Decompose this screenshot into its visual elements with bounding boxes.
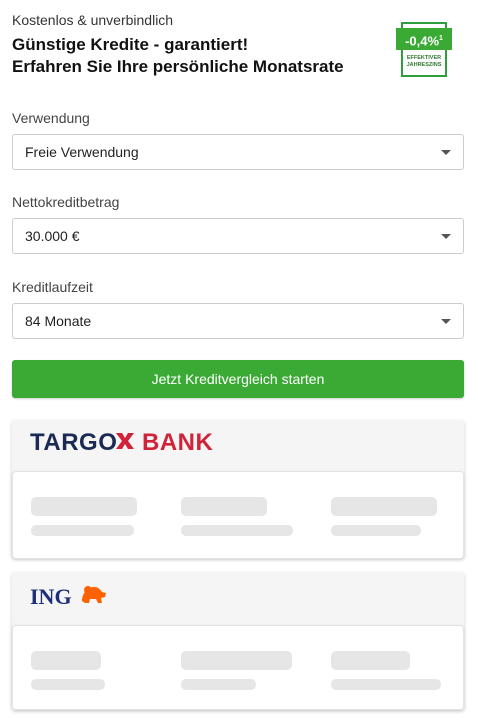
skeleton-line	[181, 679, 256, 690]
term-label: Kreditlaufzeit	[12, 279, 93, 295]
badge-caption-line-2: JAHRESZINS	[406, 62, 442, 68]
amount-label: Nettokreditbetrag	[12, 194, 120, 210]
badge-rate: -0,4%1	[396, 28, 452, 50]
start-comparison-button[interactable]: Jetzt Kreditvergleich starten	[12, 360, 464, 398]
term-select-value: 84 Monate	[25, 313, 92, 329]
interest-rate-badge: -0,4%1 EFFEKTIVER JAHRESZINS	[396, 22, 452, 78]
usage-select-value: Freie Verwendung	[25, 144, 139, 160]
skeleton-block	[181, 651, 292, 670]
amount-select-value: 30.000 €	[25, 228, 80, 244]
amount-select[interactable]: 30.000 €	[12, 218, 464, 254]
skeleton-block	[331, 651, 410, 670]
usage-label: Verwendung	[12, 110, 90, 126]
skeleton-line	[331, 525, 421, 536]
badge-caption: EFFEKTIVER JAHRESZINS	[403, 55, 445, 69]
offer-card-targobank[interactable]: TARGO BANK	[12, 421, 464, 559]
title-line-1: Günstige Kredite - garantiert!	[12, 35, 249, 54]
title-line-2: Erfahren Sie Ihre persönliche Monatsrate	[12, 57, 344, 76]
skeleton-block	[31, 651, 101, 670]
skeleton-block	[181, 497, 267, 516]
offer-card-ing[interactable]: ING	[12, 573, 464, 710]
pretitle: Kostenlos & unverbindlich	[12, 12, 174, 28]
offer-details-placeholder	[12, 471, 464, 559]
loan-calculator-page: Kostenlos & unverbindlich Günstige Kredi…	[0, 0, 478, 722]
badge-caption-line-1: EFFEKTIVER	[406, 55, 442, 61]
term-select[interactable]: 84 Monate	[12, 303, 464, 339]
skeleton-block	[31, 497, 137, 516]
skeleton-line	[31, 525, 134, 536]
skeleton-block	[331, 497, 437, 516]
usage-select[interactable]: Freie Verwendung	[12, 134, 464, 170]
chevron-down-icon	[441, 150, 451, 155]
chevron-down-icon	[441, 319, 451, 324]
ing-lion-icon	[82, 586, 106, 603]
targobank-logo-part1: TARGO	[30, 429, 118, 456]
offer-details-placeholder	[12, 625, 464, 710]
ing-logo-text: ING	[30, 584, 72, 609]
skeleton-line	[331, 679, 441, 690]
badge-rate-value: -0,4%	[405, 33, 440, 49]
skeleton-line	[181, 525, 293, 536]
chevron-down-icon	[441, 234, 451, 239]
page-title: Günstige Kredite - garantiert! Erfahren …	[12, 34, 344, 78]
badge-footnote: 1	[439, 35, 443, 42]
skeleton-line	[31, 679, 105, 690]
targobank-logo-part2: BANK	[142, 429, 214, 456]
targo-x-icon	[116, 433, 134, 449]
